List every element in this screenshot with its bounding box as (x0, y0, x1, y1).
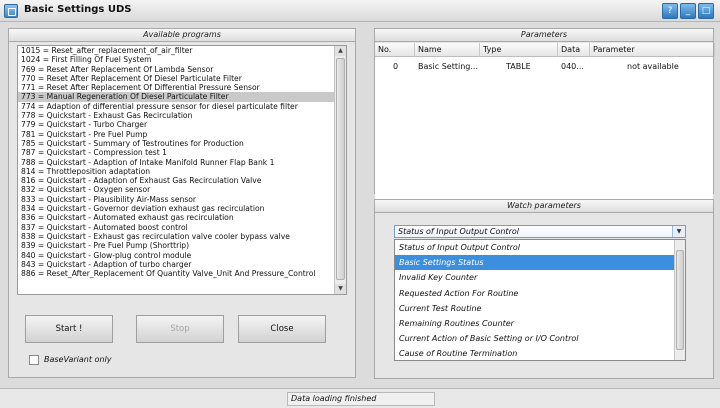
dropdown-scrollbar[interactable] (674, 240, 685, 360)
maximize-icon[interactable]: □ (698, 3, 714, 19)
scroll-down-icon[interactable]: ▼ (335, 284, 346, 294)
col-name[interactable]: Name (415, 43, 480, 57)
cell-parameter: not available (627, 62, 679, 71)
watch-dropdown-list[interactable]: Status of Input Output Control Basic Sett… (394, 239, 686, 361)
list-item[interactable]: 886 = Reset_After_Replacement Of Quantit… (18, 269, 346, 278)
list-item[interactable]: 840 = Quickstart - Glow-plug control mod… (18, 251, 346, 260)
window-title: Basic Settings UDS (24, 4, 132, 15)
parameters-group: Parameters No. Name Type Data Parameter … (374, 28, 715, 203)
cell-name: Basic Setting... (418, 62, 478, 71)
dropdown-option[interactable]: Requested Action For Routine (395, 286, 685, 301)
list-item[interactable]: 770 = Reset After Replacement Of Diesel … (18, 74, 346, 83)
table-header: No. Name Type Data Parameter (375, 43, 715, 57)
dropdown-option[interactable]: Basic Settings Status (395, 255, 685, 271)
col-parameter[interactable]: Parameter (590, 43, 715, 57)
title-bar: Basic Settings UDS ? _ □ (0, 0, 720, 22)
app-icon (4, 4, 18, 18)
table-row[interactable]: 0 Basic Setting... TABLE 040... not avai… (375, 61, 713, 73)
close-button[interactable]: Close (238, 315, 326, 343)
dropdown-option[interactable]: Current Action of Basic Setting or I/O C… (395, 331, 685, 346)
cell-type: TABLE (506, 62, 531, 71)
programs-list[interactable]: 1015 = Reset_after_replacement_of_air_fi… (17, 45, 347, 295)
basevariant-checkbox[interactable] (29, 355, 39, 365)
programs-scrollbar[interactable]: ▲ ▼ (334, 46, 346, 294)
list-item[interactable]: 1024 = First Filling Of Fuel System (18, 55, 346, 64)
dropdown-option[interactable]: Cause of Routine Termination (395, 346, 685, 361)
list-item[interactable]: 781 = Quickstart - Pre Fuel Pump (18, 130, 346, 139)
minimize-icon[interactable]: _ (680, 3, 696, 19)
cell-no: 0 (393, 62, 399, 71)
list-item[interactable]: 785 = Quickstart - Summary of Testroutin… (18, 139, 346, 148)
basevariant-label: BaseVariant only (44, 355, 112, 364)
dropdown-option[interactable]: Current Test Routine (395, 301, 685, 316)
col-data[interactable]: Data (558, 43, 590, 57)
list-item[interactable]: 774 = Adaption of differential pressure … (18, 102, 346, 111)
list-item[interactable]: 838 = Quickstart - Exhaust gas recircula… (18, 232, 346, 241)
start-button[interactable]: Start ! (25, 315, 113, 343)
programs-header: Available programs (9, 29, 355, 42)
list-item[interactable]: 843 = Quickstart - Adaption of turbo cha… (18, 260, 346, 269)
programs-group: Available programs 1015 = Reset_after_re… (8, 28, 356, 378)
stop-button[interactable]: Stop (136, 315, 224, 343)
watch-header: Watch parameters (375, 200, 713, 213)
list-item[interactable]: 814 = Throttleposition adaptation (18, 167, 346, 176)
parameters-table: No. Name Type Data Parameter 0 Basic Set… (375, 43, 715, 203)
list-item[interactable]: 834 = Quickstart - Governor deviation ex… (18, 204, 346, 213)
list-item[interactable]: 771 = Reset After Replacement Of Differe… (18, 83, 346, 92)
list-item[interactable]: 778 = Quickstart - Exhaust Gas Recircula… (18, 111, 346, 120)
chevron-down-icon[interactable]: ▼ (672, 226, 685, 237)
parameters-header: Parameters (375, 29, 713, 42)
list-item[interactable]: 769 = Reset After Replacement Of Lambda … (18, 65, 346, 74)
list-item[interactable]: 837 = Quickstart - Automated boost contr… (18, 223, 346, 232)
list-item[interactable]: 1015 = Reset_after_replacement_of_air_fi… (18, 46, 346, 55)
help-icon[interactable]: ? (662, 3, 678, 19)
col-type[interactable]: Type (480, 43, 558, 57)
list-item[interactable]: 787 = Quickstart - Compression test 1 (18, 148, 346, 157)
dropdown-scroll-thumb[interactable] (676, 250, 684, 350)
status-bar: Data loading finished (0, 388, 720, 408)
cell-data: 040... (561, 62, 584, 71)
list-item[interactable]: 773 = Manual Regeneration Of Diesel Part… (18, 92, 346, 102)
watch-combo-value: Status of Input Output Control (398, 227, 519, 236)
list-item[interactable]: 779 = Quickstart - Turbo Charger (18, 120, 346, 129)
dropdown-option[interactable]: Remaining Routines Counter (395, 316, 685, 331)
list-item[interactable]: 832 = Quickstart - Oxygen sensor (18, 185, 346, 194)
dropdown-option[interactable]: Invalid Key Counter (395, 270, 685, 285)
col-no[interactable]: No. (375, 43, 415, 57)
list-item[interactable]: 836 = Quickstart - Automated exhaust gas… (18, 213, 346, 222)
list-item[interactable]: 816 = Quickstart - Adaption of Exhaust G… (18, 176, 346, 185)
list-item[interactable]: 833 = Quickstart - Plausibility Air-Mass… (18, 195, 346, 204)
watch-group: Watch parameters Status of Input Output … (374, 199, 714, 379)
scroll-up-icon[interactable]: ▲ (335, 46, 346, 56)
list-item[interactable]: 839 = Quickstart - Pre Fuel Pump (Shortt… (18, 241, 346, 250)
list-item[interactable]: 788 = Quickstart - Adaption of Intake Ma… (18, 158, 346, 167)
watch-combo[interactable]: Status of Input Output Control ▼ (394, 225, 686, 238)
dropdown-option[interactable]: Status of Input Output Control (395, 240, 685, 255)
status-text: Data loading finished (287, 392, 435, 406)
scroll-thumb[interactable] (336, 58, 345, 280)
